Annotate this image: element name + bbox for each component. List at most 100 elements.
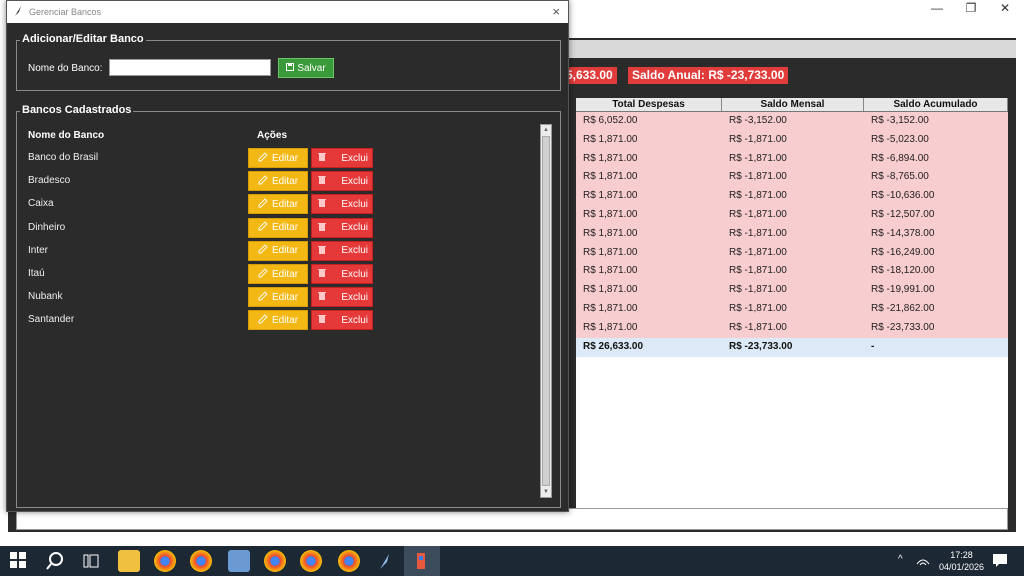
bank-name: Dinheiro [28,221,66,233]
close-icon[interactable]: ✕ [988,0,1022,18]
tray-clock[interactable]: 17:28 04/01/2026 [939,549,984,573]
python-app-icon[interactable] [410,550,432,572]
edit-label: Editar [271,268,299,280]
bank-name: Bradesco [28,175,71,187]
clock-date: 04/01/2026 [938,562,984,572]
windows-start-icon[interactable] [10,552,26,568]
notebook-app-icon[interactable] [228,550,250,572]
table-row[interactable]: R$ 1,871.00 R$ -1,871.00 R$ -8,765.00 [576,168,1008,188]
table-row[interactable]: R$ 1,871.00 R$ -1,871.00 R$ -6,894.00 [576,149,1008,169]
cell-saldo-acumulado: R$ -23,733.00 [871,321,935,333]
trash-icon [318,222,326,234]
cell-saldo-mensal: R$ -1,871.00 [729,190,787,202]
table-row[interactable]: R$ 1,871.00 R$ -1,871.00 R$ -23,733.00 [576,318,1008,338]
edit-bank-button[interactable]: Editar [248,217,308,238]
cell-saldo-mensal: R$ -3,152.00 [729,115,787,126]
clock-time: 17:28 [950,550,973,560]
table-row[interactable]: R$ 1,871.00 R$ -1,871.00 R$ -5,023.00 [576,130,1008,150]
feather-app-icon[interactable] [374,550,396,572]
cell-saldo-acumulado: R$ -21,862.00 [871,302,935,314]
trash-icon [318,245,326,257]
dialog-close-icon[interactable]: × [552,4,560,19]
bank-row: Bradesco Editar Exclui [28,171,548,192]
edit-label: Editar [271,314,299,326]
maximize-icon[interactable]: ❐ [954,0,988,18]
header-total-despesas[interactable]: Total Despesas [576,98,722,111]
delete-label: Exclui [341,198,368,210]
table-row[interactable]: R$ 1,871.00 R$ -1,871.00 R$ -19,991.00 [576,281,1008,300]
chrome-icon[interactable] [154,550,176,572]
table-row[interactable]: R$ 1,871.00 R$ -1,871.00 R$ -18,120.00 [576,262,1008,282]
cell-saldo-mensal: R$ -1,871.00 [729,284,787,296]
edit-bank-button[interactable]: Editar [248,148,308,168]
table-row[interactable]: R$ 6,052.00 R$ -3,152.00 R$ -3,152.00 [576,112,1008,131]
chrome-profile-2-icon[interactable] [264,550,286,572]
edit-bank-button[interactable]: Editar [248,264,308,284]
pencil-icon [258,244,268,257]
cell-total-despesas: R$ 1,871.00 [583,265,638,277]
minimize-icon[interactable]: — [920,0,954,18]
wifi-icon[interactable] [916,554,930,568]
pencil-icon [258,291,268,304]
cell-total-despesas: R$ 1,871.00 [583,152,638,164]
delete-bank-button[interactable]: Exclui [311,194,373,215]
table-row[interactable]: R$ 1,871.00 R$ -1,871.00 R$ -10,636.00 [576,187,1008,206]
delete-label: Exclui [341,175,368,187]
edit-bank-button[interactable]: Editar [248,194,308,215]
pencil-icon [258,175,268,188]
edit-bank-button[interactable]: Editar [248,310,308,331]
file-explorer-icon[interactable] [118,550,140,572]
edit-bank-button[interactable]: Editar [248,240,308,261]
cell-saldo-mensal: R$ -1,871.00 [729,321,787,333]
edit-group-legend: Adicionar/Editar Banco [20,33,146,45]
table-row[interactable]: R$ 1,871.00 R$ -1,871.00 R$ -14,378.00 [576,224,1008,244]
delete-bank-button[interactable]: Exclui [311,217,373,238]
scroll-thumb[interactable] [542,136,550,486]
table-row[interactable]: R$ 1,871.00 R$ -1,871.00 R$ -16,249.00 [576,243,1008,263]
scroll-down-icon[interactable]: ▼ [541,487,551,497]
delete-label: Exclui [341,152,368,164]
task-view-icon[interactable] [80,550,102,572]
chrome-profile-3-icon[interactable] [300,550,322,572]
header-saldo-mensal[interactable]: Saldo Mensal [722,98,864,111]
bank-row: Inter Editar Exclui [28,240,548,261]
bank-name: Santander [28,314,75,326]
table-row[interactable]: R$ 1,871.00 R$ -1,871.00 R$ -21,862.00 [576,299,1008,319]
chrome-profile-icon[interactable] [190,550,212,572]
cell-saldo-acumulado: R$ -18,120.00 [871,265,935,277]
bank-name-input[interactable] [109,59,271,76]
table-row[interactable]: R$ 1,871.00 R$ -1,871.00 R$ -12,507.00 [576,205,1008,225]
cell-saldo-acumulado: R$ -12,507.00 [871,208,935,220]
pencil-icon [258,267,268,281]
trash-icon [318,314,326,326]
delete-bank-button[interactable]: Exclui [311,148,373,168]
cell-saldo-acumulado: R$ -3,152.00 [871,115,929,126]
delete-label: Exclui [341,222,368,234]
table-total-row[interactable]: R$ 26,633.00 R$ -23,733.00 - [576,337,1008,357]
chrome-profile-4-icon[interactable] [338,550,360,572]
chevron-up-icon[interactable]: ^ [898,554,912,568]
total-saldo-mensal: R$ -23,733.00 [729,340,793,352]
search-icon[interactable] [44,550,66,572]
trash-icon [318,268,326,280]
delete-bank-button[interactable]: Exclui [311,264,373,284]
notification-icon[interactable] [992,552,1008,568]
delete-bank-button[interactable]: Exclui [311,240,373,261]
bank-name-label: Nome do Banco: [28,63,103,74]
save-label: Salvar [297,62,326,74]
delete-bank-button[interactable]: Exclui [311,310,373,331]
header-saldo-acumulado[interactable]: Saldo Acumulado [864,98,1008,111]
delete-bank-button[interactable]: Exclui [311,287,373,308]
edit-bank-button[interactable]: Editar [248,287,308,308]
total-despesas: R$ 26,633.00 [583,340,644,352]
pencil-icon [258,151,268,165]
scroll-up-icon[interactable]: ▲ [541,125,551,135]
edit-label: Editar [271,198,299,210]
bank-list-scrollbar[interactable]: ▲ ▼ [540,124,552,498]
column-header-bank-name: Nome do Banco [28,130,105,141]
save-button[interactable]: Salvar [278,58,334,78]
edit-bank-button[interactable]: Editar [248,171,308,192]
feather-icon [13,5,23,20]
delete-bank-button[interactable]: Exclui [311,171,373,192]
cell-saldo-acumulado: R$ -16,249.00 [871,246,935,258]
